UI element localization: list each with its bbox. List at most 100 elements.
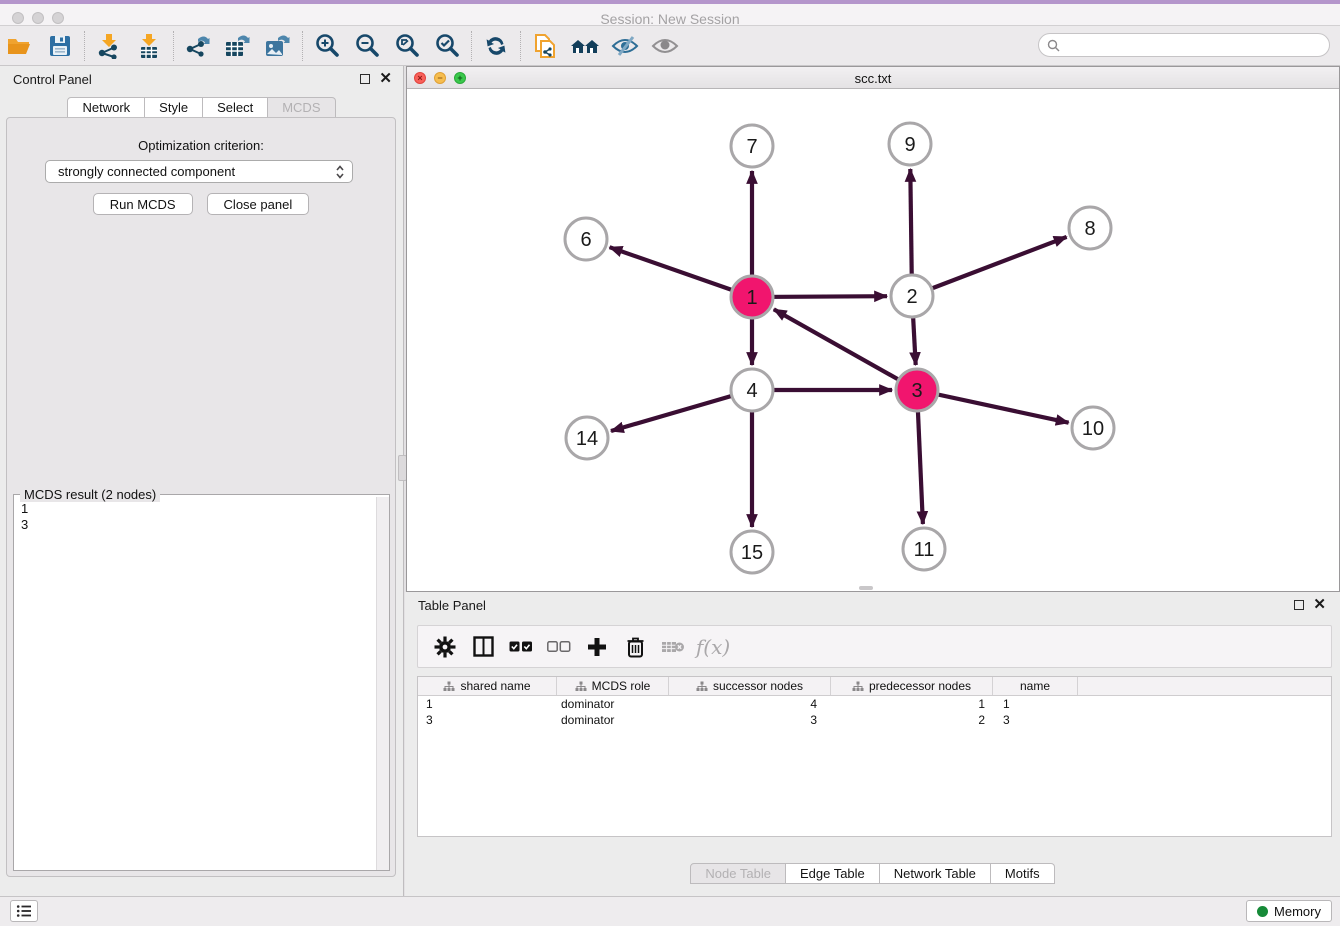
table-cell: dominator xyxy=(557,696,669,712)
node-2[interactable]: 2 xyxy=(891,275,933,317)
node-7[interactable]: 7 xyxy=(731,125,773,167)
control-panel-title: Control Panel xyxy=(13,72,92,87)
import-network-button[interactable] xyxy=(89,28,129,64)
tab-network-table[interactable]: Network Table xyxy=(880,863,991,884)
node-15[interactable]: 15 xyxy=(731,531,773,573)
clone-network-button[interactable] xyxy=(525,28,565,64)
delete-selected-button[interactable] xyxy=(616,629,654,665)
tab-style[interactable]: Style xyxy=(145,97,203,118)
node-14[interactable]: 14 xyxy=(566,417,608,459)
show-all-button[interactable] xyxy=(645,28,685,64)
two-houses-icon xyxy=(569,34,601,58)
node-table-header: shared nameMCDS rolesuccessor nodesprede… xyxy=(418,677,1331,696)
column-header[interactable]: successor nodes xyxy=(669,677,831,695)
table-cell: 2 xyxy=(831,712,993,728)
node-1[interactable]: 1 xyxy=(731,276,773,318)
table-row[interactable]: 1dominator411 xyxy=(418,696,1331,712)
node-8[interactable]: 8 xyxy=(1069,207,1111,249)
tab-select[interactable]: Select xyxy=(203,97,268,118)
toolbar-separator xyxy=(173,31,174,61)
close-table-panel-icon[interactable]: ✕ xyxy=(1313,599,1326,611)
control-panel-tabs: Network Style Select MCDS xyxy=(0,97,403,118)
export-table-icon xyxy=(224,33,252,59)
table-cell: 1 xyxy=(831,696,993,712)
column-header[interactable]: shared name xyxy=(418,677,557,695)
close-panel-icon[interactable]: ✕ xyxy=(379,73,392,85)
save-session-button[interactable] xyxy=(40,28,80,64)
float-panel-icon[interactable] xyxy=(360,74,370,84)
open-session-button[interactable] xyxy=(0,28,40,64)
edge-3-1[interactable] xyxy=(774,309,917,390)
column-type-icon xyxy=(696,681,708,692)
run-mcds-button[interactable]: Run MCDS xyxy=(93,193,193,215)
close-panel-button[interactable]: Close panel xyxy=(207,193,310,215)
table-settings-button[interactable] xyxy=(426,629,464,665)
edge-2-8[interactable] xyxy=(912,237,1067,296)
columns-icon xyxy=(473,636,494,657)
add-column-button[interactable] xyxy=(578,629,616,665)
column-header[interactable]: MCDS role xyxy=(557,677,669,695)
toggle-table-panel-button[interactable] xyxy=(464,629,502,665)
edge-3-10[interactable] xyxy=(917,390,1069,423)
show-panels-button[interactable] xyxy=(10,900,38,922)
network-window-titlebar[interactable]: × − + scc.txt xyxy=(407,67,1339,89)
tab-edge-table[interactable]: Edge Table xyxy=(786,863,880,884)
select-all-button[interactable] xyxy=(502,629,540,665)
node-table[interactable]: shared nameMCDS rolesuccessor nodesprede… xyxy=(417,676,1332,837)
node-6[interactable]: 6 xyxy=(565,218,607,260)
table-panel-tabs: Node Table Edge Table Network Table Moti… xyxy=(405,863,1340,884)
apply-layout-button[interactable] xyxy=(476,28,516,64)
node-11[interactable]: 11 xyxy=(903,528,945,570)
result-item[interactable]: 3 xyxy=(21,517,376,533)
export-table-button[interactable] xyxy=(218,28,258,64)
zoom-out-button[interactable] xyxy=(347,28,387,64)
criterion-dropdown[interactable]: strongly connected component xyxy=(45,160,353,183)
mcds-result-list[interactable]: 13 xyxy=(14,497,376,870)
table-panel: Table Panel ✕ xyxy=(405,592,1340,896)
float-table-panel-icon[interactable] xyxy=(1294,600,1304,610)
zoom-fit-button[interactable] xyxy=(387,28,427,64)
main-toolbar xyxy=(0,26,1340,66)
column-header[interactable]: name xyxy=(993,677,1078,695)
hide-selected-button[interactable] xyxy=(605,28,645,64)
node-4[interactable]: 4 xyxy=(731,369,773,411)
svg-text:14: 14 xyxy=(576,428,598,450)
edge-1-6[interactable] xyxy=(610,247,752,297)
tab-node-table[interactable]: Node Table xyxy=(690,863,786,884)
node-3[interactable]: 3 xyxy=(896,369,938,411)
export-image-button[interactable] xyxy=(258,28,298,64)
table-cell: 3 xyxy=(993,712,1078,728)
delete-column-button[interactable] xyxy=(654,629,692,665)
canvas-scrollbar-handle[interactable] xyxy=(859,586,873,590)
save-floppy-icon xyxy=(49,35,71,57)
first-neighbors-button[interactable] xyxy=(565,28,605,64)
memory-button[interactable]: Memory xyxy=(1246,900,1332,922)
export-network-button[interactable] xyxy=(178,28,218,64)
toolbar-separator xyxy=(520,31,521,61)
svg-text:11: 11 xyxy=(914,539,935,561)
result-scrollbar[interactable] xyxy=(376,497,389,870)
import-table-button[interactable] xyxy=(129,28,169,64)
result-item[interactable]: 1 xyxy=(21,501,376,517)
node-9[interactable]: 9 xyxy=(889,123,931,165)
svg-text:3: 3 xyxy=(911,380,922,402)
deselect-all-button[interactable] xyxy=(540,629,578,665)
network-canvas[interactable]: 1 2 3 4 6 7 8 9 10 11 14 15 xyxy=(407,89,1339,591)
checked-boxes-icon xyxy=(509,641,533,653)
tab-mcds[interactable]: MCDS xyxy=(268,97,335,118)
svg-text:15: 15 xyxy=(741,542,763,564)
node-10[interactable]: 10 xyxy=(1072,407,1114,449)
window-title: Session: New Session xyxy=(0,11,1340,27)
zoom-selected-button[interactable] xyxy=(427,28,467,64)
zoom-in-button[interactable] xyxy=(307,28,347,64)
zoom-selected-icon xyxy=(434,33,460,59)
tab-motifs[interactable]: Motifs xyxy=(991,863,1055,884)
search-input[interactable] xyxy=(1065,38,1329,52)
clone-network-icon xyxy=(532,32,558,60)
column-header[interactable]: predecessor nodes xyxy=(831,677,993,695)
search-field[interactable] xyxy=(1038,33,1330,57)
function-builder-button[interactable]: f(x) xyxy=(692,629,730,665)
table-row[interactable]: 3dominator323 xyxy=(418,712,1331,728)
tab-network[interactable]: Network xyxy=(67,97,145,118)
table-panel-title: Table Panel xyxy=(418,598,486,613)
